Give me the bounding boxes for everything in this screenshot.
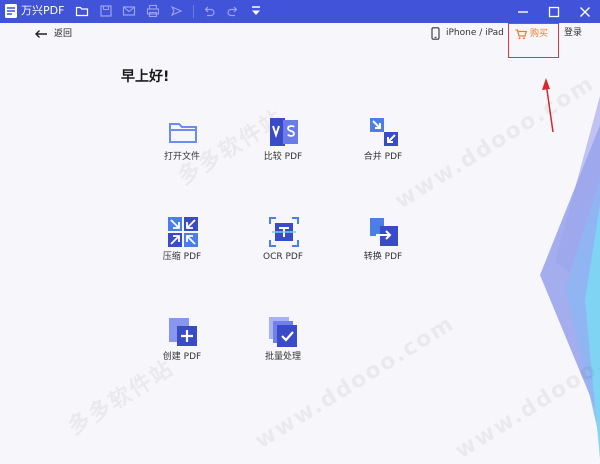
create-icon [169, 318, 197, 346]
batch-icon [269, 317, 297, 347]
compress-icon [168, 217, 198, 247]
merge-pdf-tile[interactable]: 合并 PDF [346, 116, 420, 180]
phone-icon [431, 27, 440, 40]
create-pdf-tile[interactable]: 创建 PDF [145, 316, 219, 380]
compare-pdf-tile[interactable]: 比较 PDF [246, 116, 320, 180]
back-label: 返回 [54, 29, 73, 39]
tile-label: 压缩 PDF [162, 252, 202, 262]
open-file-tile[interactable]: 打开文件 [145, 116, 219, 180]
arrow-left-icon [35, 30, 47, 38]
ocr-icon [269, 217, 299, 247]
folder-icon [169, 123, 197, 143]
buy-label: 购买 [530, 29, 549, 39]
greeting-heading: 早上好! [121, 69, 170, 85]
convert-icon [370, 218, 398, 246]
cart-icon [515, 29, 527, 40]
device-label: iPhone / iPad [446, 28, 504, 38]
buy-button[interactable]: 购买 [508, 23, 559, 58]
back-button[interactable]: 返回 [34, 27, 94, 43]
tile-label: 转换 PDF [363, 252, 403, 262]
login-link[interactable]: 登录 [564, 26, 582, 41]
tile-label: 创建 PDF [162, 352, 202, 362]
tile-label: OCR PDF [262, 252, 304, 262]
convert-pdf-tile[interactable]: 转换 PDF [346, 216, 420, 280]
compress-pdf-tile[interactable]: 压缩 PDF [145, 216, 219, 280]
merge-icon [370, 118, 398, 146]
compare-icon [270, 118, 298, 146]
ocr-pdf-tile[interactable]: OCR PDF [246, 216, 320, 280]
batch-process-tile[interactable]: 批量处理 [246, 316, 320, 380]
tile-label: 批量处理 [264, 352, 301, 362]
tile-label: 打开文件 [163, 152, 200, 162]
tile-label: 比较 PDF [263, 152, 303, 162]
tile-label: 合并 PDF [363, 152, 403, 162]
